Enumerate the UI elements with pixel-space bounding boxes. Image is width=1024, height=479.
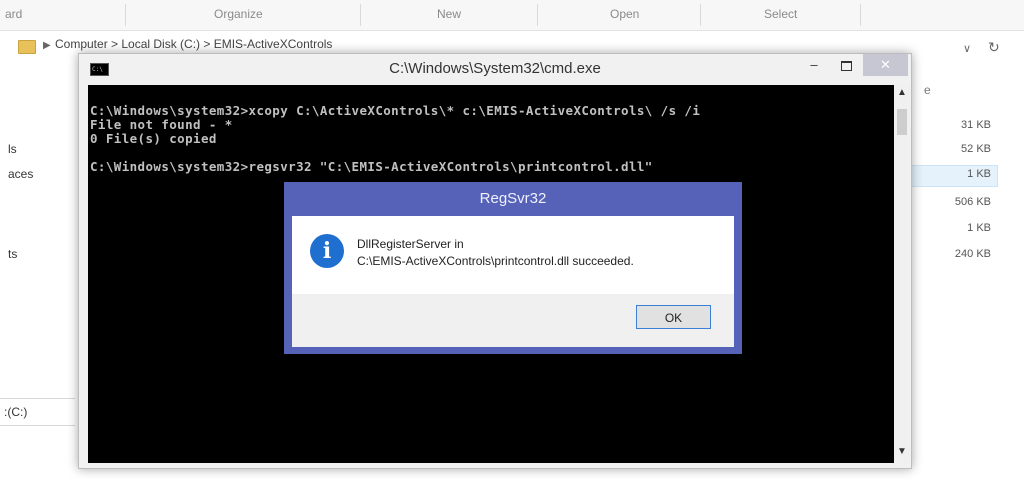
dialog-footer: OK [292,294,734,347]
dialog-message: DllRegisterServer in [357,237,464,251]
maximize-icon [840,60,852,71]
window-title: C:\Windows\System32\cmd.exe [389,60,601,77]
nav-pane-item[interactable]: aces [8,167,33,181]
ribbon-divider [360,4,361,26]
ribbon-group-select[interactable]: Select [764,7,797,21]
chevron-right-icon[interactable]: ▶ [43,40,51,51]
dialog-body: i DllRegisterServer in C:\EMIS-ActiveXCo… [292,216,734,294]
scroll-down-icon[interactable]: ▼ [894,446,910,457]
minimize-button[interactable]: – [799,54,829,76]
chevron-down-icon[interactable]: ∨ [963,42,971,55]
ok-button[interactable]: OK [636,305,711,329]
file-size: 506 KB [954,196,991,208]
file-size: 52 KB [961,143,991,155]
drive-label: :(C:) [4,405,28,419]
dialog-message: C:\EMIS-ActiveXControls\printcontrol.dll… [357,254,634,268]
info-icon: i [310,234,344,268]
nav-pane-item[interactable]: ls [8,142,17,156]
ribbon-group-clipboard[interactable]: ard [5,7,22,21]
console-line: C:\Windows\system32>xcopy C:\ActiveXCont… [90,103,701,118]
nav-pane-drive-item[interactable]: :(C:) [0,398,75,426]
column-header[interactable]: e [924,83,931,97]
nav-pane-item[interactable]: ts [8,247,17,261]
ribbon-group-open[interactable]: Open [610,7,639,21]
vertical-scrollbar[interactable]: ▲ ▼ [894,85,910,463]
scroll-up-icon[interactable]: ▲ [894,87,910,98]
file-size: 240 KB [954,248,991,260]
address-path[interactable]: Computer > Local Disk (C:) > EMIS-Active… [55,37,332,51]
ribbon-group-new[interactable]: New [437,7,461,21]
folder-icon [18,40,36,54]
refresh-icon[interactable]: ↻ [988,39,1000,56]
console-line: File not found - * [90,117,233,132]
scroll-thumb[interactable] [897,109,907,135]
file-size: 1 KB [967,222,991,234]
ribbon-divider [125,4,126,26]
ribbon-group-organize[interactable]: Organize [214,7,263,21]
close-button[interactable]: ✕ [863,54,908,76]
ribbon-divider [700,4,701,26]
ribbon-divider [860,4,861,26]
ribbon-divider [537,4,538,26]
console-line: 0 File(s) copied [90,131,217,146]
console-line: C:\Windows\system32>regsvr32 "C:\EMIS-Ac… [90,159,653,174]
file-size: 1 KB [967,168,991,180]
regsvr32-dialog[interactable]: RegSvr32 i DllRegisterServer in C:\EMIS-… [284,182,742,354]
explorer-ribbon: ard Organize New Open Select [0,0,1024,31]
dialog-title: RegSvr32 [479,190,547,207]
cmd-titlebar[interactable]: C:\ C:\Windows\System32\cmd.exe – ✕ [79,54,911,84]
file-size: 31 KB [961,119,991,131]
maximize-button[interactable] [831,54,861,76]
